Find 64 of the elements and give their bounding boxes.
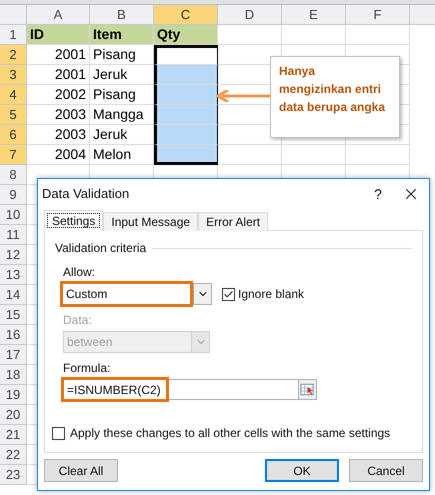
row-header[interactable]: 17 — [0, 345, 27, 365]
arrow — [216, 90, 270, 102]
grid-cell — [346, 145, 410, 165]
row-header[interactable]: 6 — [0, 125, 27, 145]
row-header[interactable]: 14 — [0, 285, 27, 305]
grid-cell — [282, 25, 346, 45]
row-header[interactable]: 9 — [0, 185, 27, 205]
column-header[interactable]: B — [90, 5, 154, 25]
callout-box: Hanya mengizinkan entri data berupa angka — [270, 56, 400, 138]
row-header[interactable]: 19 — [0, 385, 27, 405]
column-header[interactable]: F — [346, 5, 410, 25]
grid-cell — [218, 25, 282, 45]
row-header[interactable]: 7 — [0, 145, 27, 165]
dialog-button[interactable]: OK — [265, 459, 339, 482]
dialog-button[interactable]: Cancel — [349, 459, 423, 482]
row-header[interactable]: 15 — [0, 305, 27, 325]
column-header[interactable]: A — [27, 5, 90, 25]
grid-cell — [282, 145, 346, 165]
table-cell: 2003 — [27, 105, 90, 125]
row-header[interactable]: 23 — [0, 465, 27, 485]
table-cell: 2001 — [27, 65, 90, 85]
field-label: Data: — [63, 312, 93, 329]
dialog-tab[interactable]: Error Alert — [198, 212, 268, 231]
grid-cell — [218, 45, 282, 65]
column-header[interactable]: D — [218, 5, 282, 25]
row-header[interactable]: 13 — [0, 265, 27, 285]
dialog-tab[interactable]: Settings — [44, 210, 104, 231]
field-label: Formula: — [63, 360, 112, 377]
apply-all-checkbox[interactable]: Apply these changes to all other cells with the same settings — [52, 424, 412, 442]
table-cell: Item — [90, 25, 154, 45]
row-header[interactable]: 4 — [0, 85, 27, 105]
table-cell: ID — [27, 25, 90, 45]
column-header[interactable]: E — [282, 5, 346, 25]
row-header[interactable]: 11 — [0, 225, 27, 245]
row-header[interactable]: 16 — [0, 325, 27, 345]
row-header[interactable]: 18 — [0, 365, 27, 385]
row-header[interactable]: 12 — [0, 245, 27, 265]
field-label: Allow: — [63, 264, 96, 281]
help-button[interactable]: ? — [363, 184, 393, 204]
row-header[interactable]: 8 — [0, 165, 27, 185]
table-cell: 2001 — [27, 45, 90, 65]
column-header[interactable]: C — [154, 5, 218, 25]
row-header[interactable]: 1 — [0, 25, 27, 45]
table-cell: Qty — [154, 25, 218, 45]
row-header[interactable]: 22 — [0, 445, 27, 465]
allow-dropdown[interactable]: Custom — [62, 283, 212, 305]
grid-cell — [346, 25, 410, 45]
dialog-tab[interactable]: Input Message — [103, 212, 198, 231]
table-cell: 2002 — [27, 85, 90, 105]
row-header[interactable]: 20 — [0, 405, 27, 425]
row-header[interactable]: 21 — [0, 425, 27, 445]
ignore-blank-checkbox[interactable]: Ignore blank — [222, 285, 304, 303]
group-label: Validation criteria — [55, 240, 146, 257]
range-picker-icon[interactable] — [298, 380, 316, 399]
row-header[interactable]: 2 — [0, 45, 27, 65]
checkmark-icon — [223, 288, 234, 300]
dialog-button[interactable]: Clear All — [44, 459, 118, 482]
row-header[interactable]: 5 — [0, 105, 27, 125]
row-header[interactable]: 10 — [0, 205, 27, 225]
formula-field[interactable]: =ISNUMBER(C2) — [63, 379, 317, 400]
table-cell: 2003 — [27, 125, 90, 145]
row-header[interactable]: 3 — [0, 65, 27, 85]
window-title: Data Validation — [42, 185, 130, 204]
grid-cell — [218, 145, 282, 165]
